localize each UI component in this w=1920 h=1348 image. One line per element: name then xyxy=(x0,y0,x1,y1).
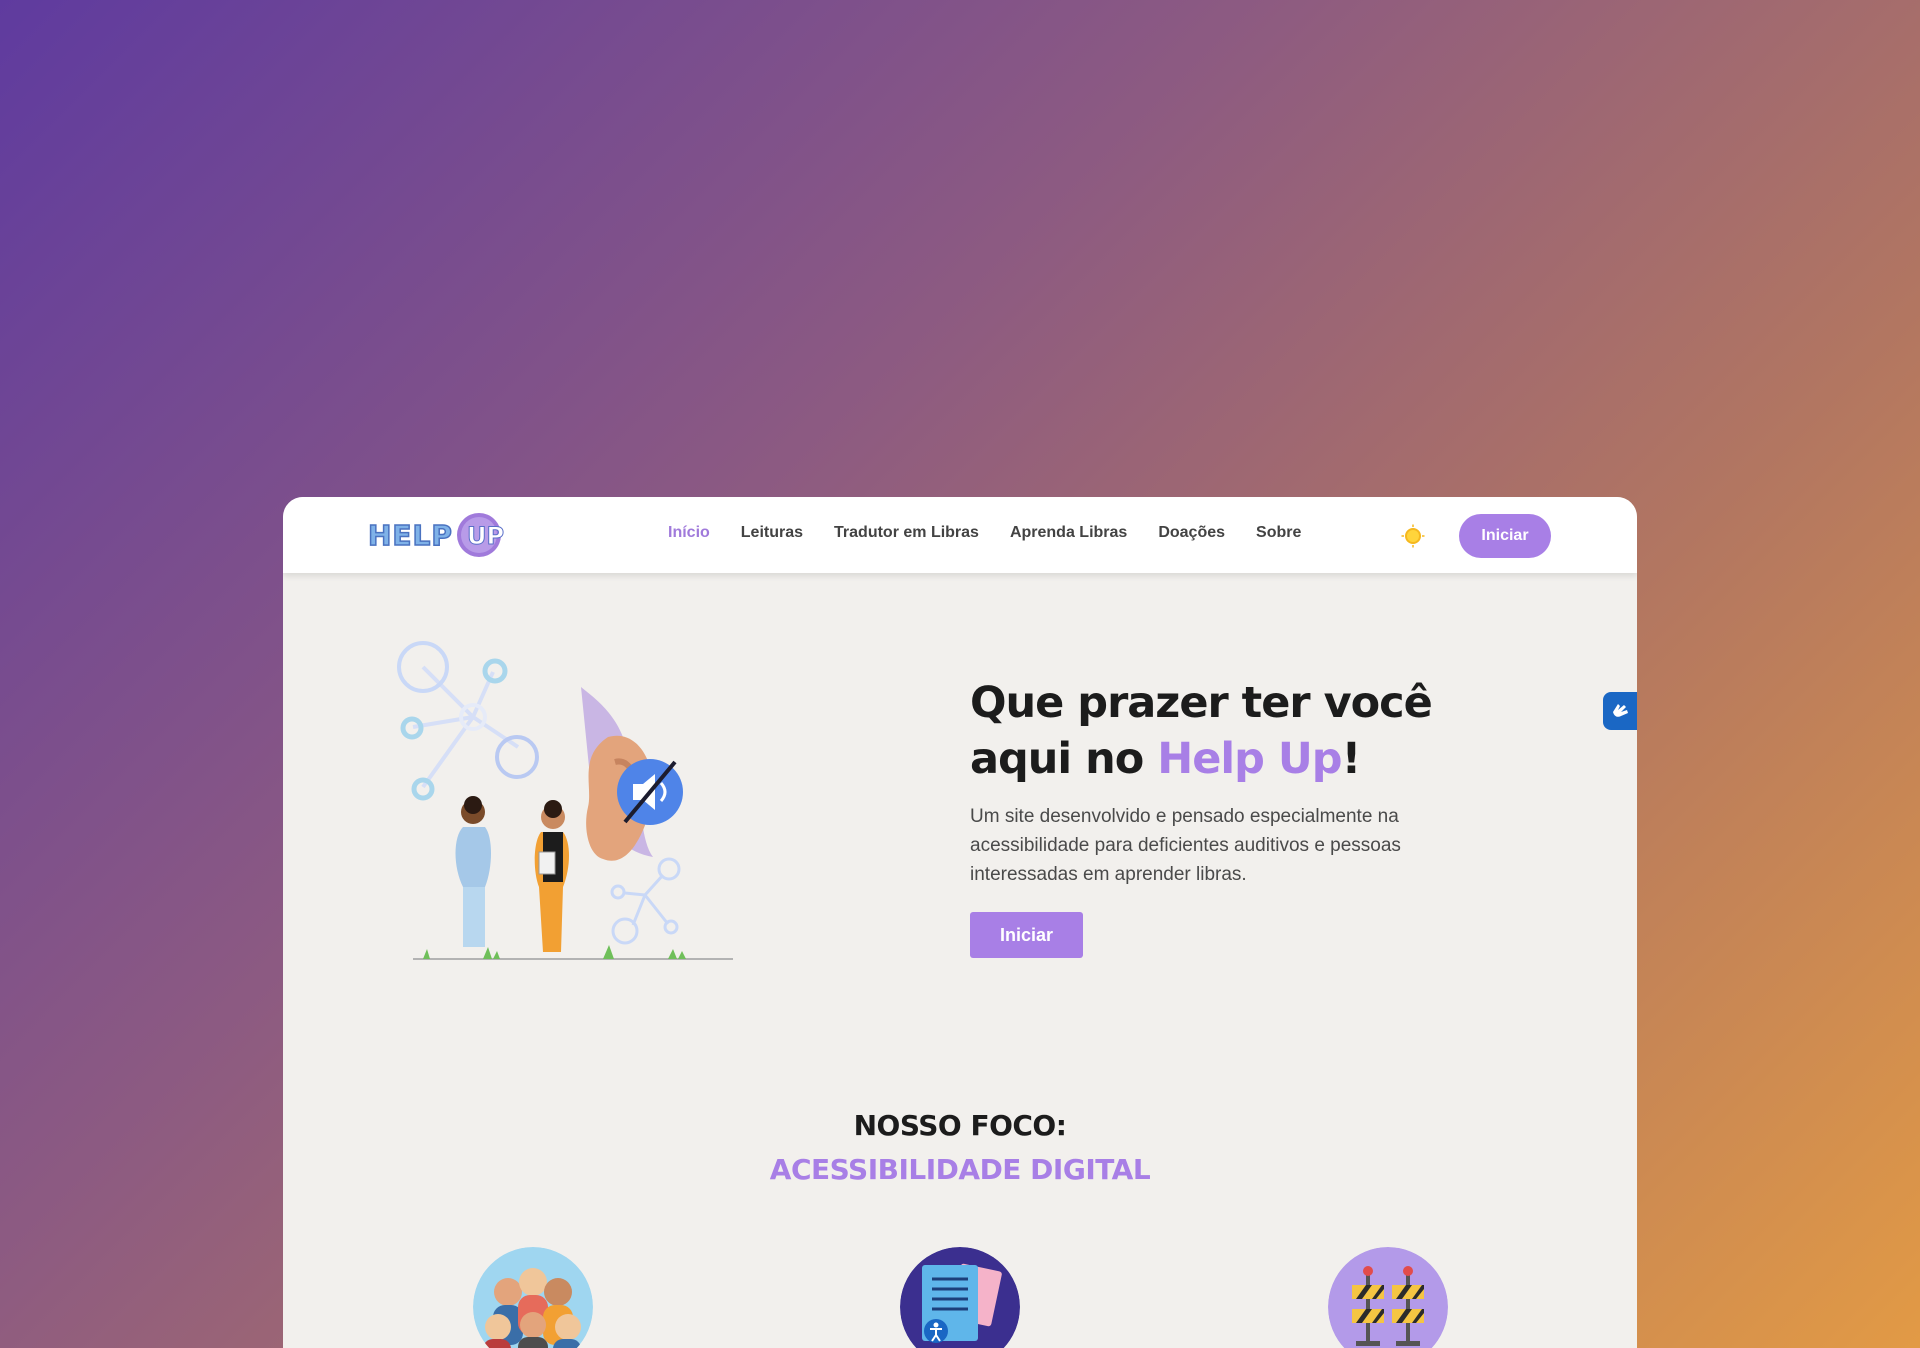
nav-link-sobre[interactable]: Sobre xyxy=(1256,524,1301,542)
browser-window: HELP UP Início Leituras Tradutor em Libr… xyxy=(283,497,1637,1348)
hero-title-line1: Que prazer ter você xyxy=(970,678,1433,728)
svg-text:UP: UP xyxy=(467,522,504,550)
navbar: HELP UP Início Leituras Tradutor em Libr… xyxy=(283,497,1637,573)
focus-subtitle: ACESSIBILIDADE DIGITAL xyxy=(769,1153,1151,1186)
sun-icon[interactable] xyxy=(1401,524,1425,548)
hero-start-button[interactable]: Iniciar xyxy=(970,912,1083,958)
accessible-document-icon xyxy=(900,1247,1020,1348)
barrier-icon xyxy=(1328,1247,1448,1348)
nav-links: Início Leituras Tradutor em Libras Apren… xyxy=(668,524,1301,542)
sign-language-hand-icon xyxy=(1613,704,1628,717)
nav-start-button[interactable]: Iniciar xyxy=(1459,514,1551,558)
people-group-icon xyxy=(473,1247,593,1348)
nav-link-doacoes[interactable]: Doações xyxy=(1158,524,1225,542)
hero-description: Um site desenvolvido e pensado especialm… xyxy=(970,806,1401,885)
nav-link-aprenda-libras[interactable]: Aprenda Libras xyxy=(1010,524,1127,542)
focus-title: NOSSO FOCO: xyxy=(853,1109,1067,1142)
nav-link-leituras[interactable]: Leituras xyxy=(741,524,803,542)
hero-title-prefix: aqui no xyxy=(970,734,1158,784)
nav-link-inicio[interactable]: Início xyxy=(668,524,710,542)
hero-title-suffix: ! xyxy=(1341,734,1362,784)
hero-title-brand: Help Up xyxy=(1157,734,1342,784)
help-up-logo[interactable]: HELP UP xyxy=(366,511,506,559)
hearing-impaired-illustration xyxy=(397,641,733,960)
hero-title: Que prazer ter você aqui no Help Up! xyxy=(970,675,1530,787)
accessibility-widget[interactable] xyxy=(1603,692,1637,730)
svg-text:HELP: HELP xyxy=(368,519,453,552)
nav-link-tradutor-em-libras[interactable]: Tradutor em Libras xyxy=(834,524,979,542)
